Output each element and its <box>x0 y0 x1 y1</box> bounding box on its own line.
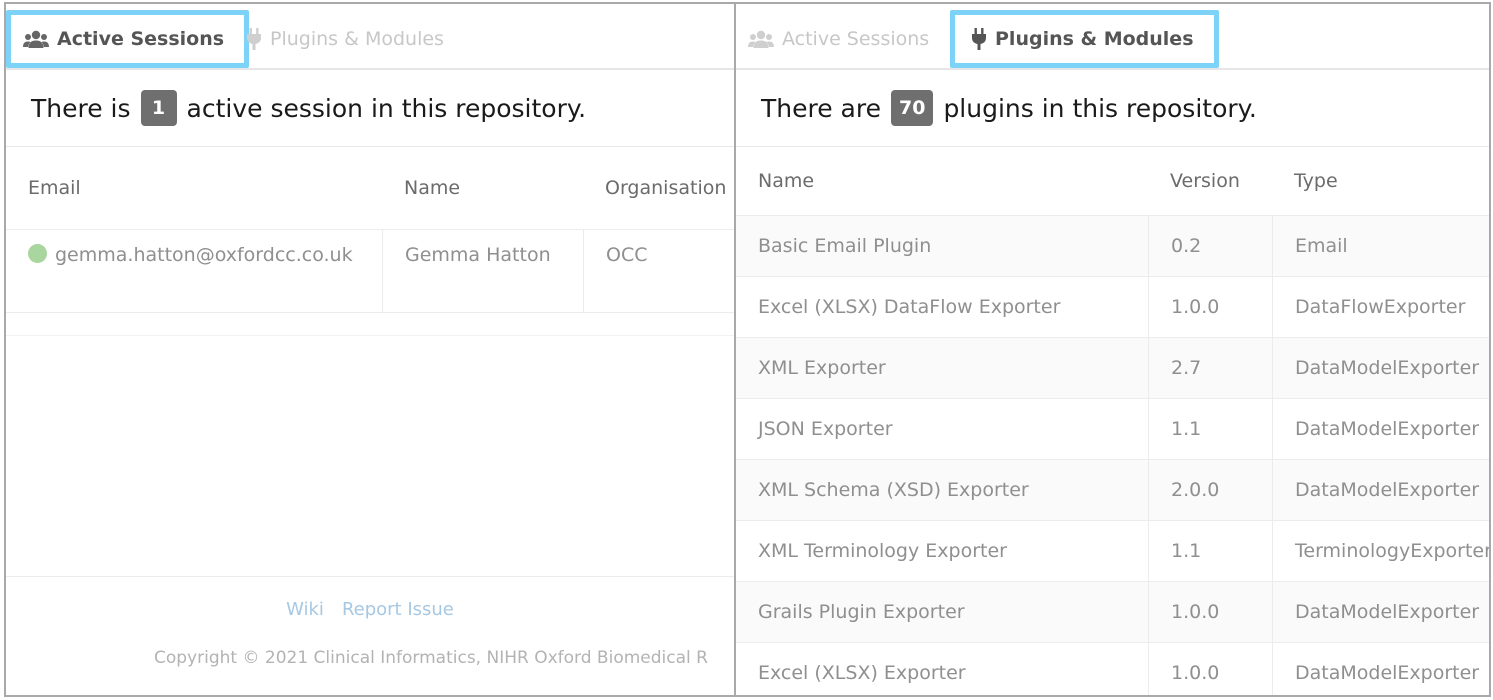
plugin-name: Excel (XLSX) DataFlow Exporter <box>758 296 1061 318</box>
plugin-type: DataFlowExporter <box>1272 277 1489 337</box>
plugins-table: Name Version Type Basic Email Plugin 0.2… <box>736 147 1489 695</box>
table-row: Excel (XLSX) Exporter 1.0.0 DataModelExp… <box>736 643 1489 695</box>
plugin-type: DataModelExporter <box>1272 399 1489 459</box>
tab-label: Active Sessions <box>782 28 930 50</box>
plugin-version: 2.0.0 <box>1148 460 1272 520</box>
plugin-version: 1.0.0 <box>1148 582 1272 642</box>
tab-plugins-modules[interactable]: Plugins & Modules <box>246 10 444 68</box>
summary-suffix: plugins in this repository. <box>943 93 1257 123</box>
session-summary: There is 1 active session in this reposi… <box>6 70 734 147</box>
plugin-type: TerminologyExporter <box>1272 521 1489 581</box>
plugins-panel: Active Sessions Plugins & Modules There … <box>734 4 1489 695</box>
plugin-name: Basic Email Plugin <box>758 235 932 257</box>
plugin-type: DataModelExporter <box>1272 643 1489 695</box>
tab-active-sessions[interactable]: Active Sessions <box>6 10 250 68</box>
session-email: gemma.hatton@oxfordcc.co.uk <box>55 244 353 266</box>
table-row: Grails Plugin Exporter 1.0.0 DataModelEx… <box>736 582 1489 643</box>
table-header: Name Version Type <box>736 147 1489 216</box>
plugin-name: Excel (XLSX) Exporter <box>758 662 966 684</box>
plugin-name: Grails Plugin Exporter <box>758 601 965 623</box>
plugin-type: DataModelExporter <box>1272 460 1489 520</box>
organisation-cell: OCC <box>583 230 734 312</box>
plugin-summary: There are 70 plugins in this repository. <box>736 70 1489 147</box>
column-header-name[interactable]: Name <box>382 177 583 199</box>
table-row: XML Terminology Exporter 1.1 Terminology… <box>736 521 1489 582</box>
email-cell: gemma.hatton@oxfordcc.co.uk <box>6 230 382 312</box>
plugin-count-badge: 70 <box>890 90 934 126</box>
screenshot-frame: Active Sessions Plugins & Modules There … <box>4 2 1491 697</box>
tab-plugins-modules[interactable]: Plugins & Modules <box>950 10 1219 68</box>
wiki-link[interactable]: Wiki <box>286 599 324 620</box>
column-header-name[interactable]: Name <box>736 170 1148 192</box>
tab-label: Active Sessions <box>57 28 225 50</box>
table-row: XML Exporter 2.7 DataModelExporter <box>736 338 1489 399</box>
name-cell: Gemma Hatton <box>382 230 583 312</box>
table-row: Basic Email Plugin 0.2 Email <box>736 216 1489 277</box>
tab-bar: Active Sessions Plugins & Modules <box>6 4 734 70</box>
users-icon <box>23 29 49 49</box>
plugin-version: 0.2 <box>1148 216 1272 276</box>
tab-active-sessions[interactable]: Active Sessions <box>748 10 929 68</box>
plugin-name: XML Schema (XSD) Exporter <box>758 479 1029 501</box>
plugin-version: 1.0.0 <box>1148 643 1272 695</box>
column-header-type[interactable]: Type <box>1272 170 1489 192</box>
online-status-icon <box>28 244 47 263</box>
table-row: JSON Exporter 1.1 DataModelExporter <box>736 399 1489 460</box>
table-row: XML Schema (XSD) Exporter 2.0.0 DataMode… <box>736 460 1489 521</box>
plugin-type: DataModelExporter <box>1272 338 1489 398</box>
plugin-version: 1.1 <box>1148 399 1272 459</box>
plugin-name: JSON Exporter <box>758 418 893 440</box>
plugin-version: 1.1 <box>1148 521 1272 581</box>
session-count-badge: 1 <box>140 90 177 126</box>
plugin-type: DataModelExporter <box>1272 582 1489 642</box>
summary-suffix: active session in this repository. <box>186 93 587 123</box>
sessions-table: Email Name Organisation gemma.hatton@oxf… <box>6 147 734 336</box>
footer: Wiki Report Issue Copyright © 2021 Clini… <box>6 576 734 668</box>
users-icon <box>748 29 774 49</box>
plugin-version: 2.7 <box>1148 338 1272 398</box>
plug-icon <box>246 28 262 50</box>
table-row: Excel (XLSX) DataFlow Exporter 1.0.0 Dat… <box>736 277 1489 338</box>
table-spacer <box>6 313 734 336</box>
tab-bar: Active Sessions Plugins & Modules <box>736 4 1489 70</box>
sessions-panel: Active Sessions Plugins & Modules There … <box>6 4 734 695</box>
tab-label: Plugins & Modules <box>995 28 1194 50</box>
footer-links: Wiki Report Issue <box>6 599 734 620</box>
copyright-text: Copyright © 2021 Clinical Informatics, N… <box>154 648 708 668</box>
table-body: Basic Email Plugin 0.2 Email Excel (XLSX… <box>736 216 1489 695</box>
plugin-type: Email <box>1272 216 1489 276</box>
report-issue-link[interactable]: Report Issue <box>342 599 454 620</box>
summary-prefix: There is <box>31 93 131 123</box>
plugin-version: 1.0.0 <box>1148 277 1272 337</box>
plug-icon <box>971 28 987 50</box>
plugin-name: XML Exporter <box>758 357 886 379</box>
tab-label: Plugins & Modules <box>270 28 444 50</box>
table-row: gemma.hatton@oxfordcc.co.uk Gemma Hatton… <box>6 230 734 313</box>
plugin-name: XML Terminology Exporter <box>758 540 1007 562</box>
summary-prefix: There are <box>761 93 881 123</box>
column-header-organisation[interactable]: Organisation <box>583 177 734 199</box>
table-header: Email Name Organisation <box>6 147 734 230</box>
column-header-version[interactable]: Version <box>1148 170 1272 192</box>
column-header-email[interactable]: Email <box>6 177 382 199</box>
